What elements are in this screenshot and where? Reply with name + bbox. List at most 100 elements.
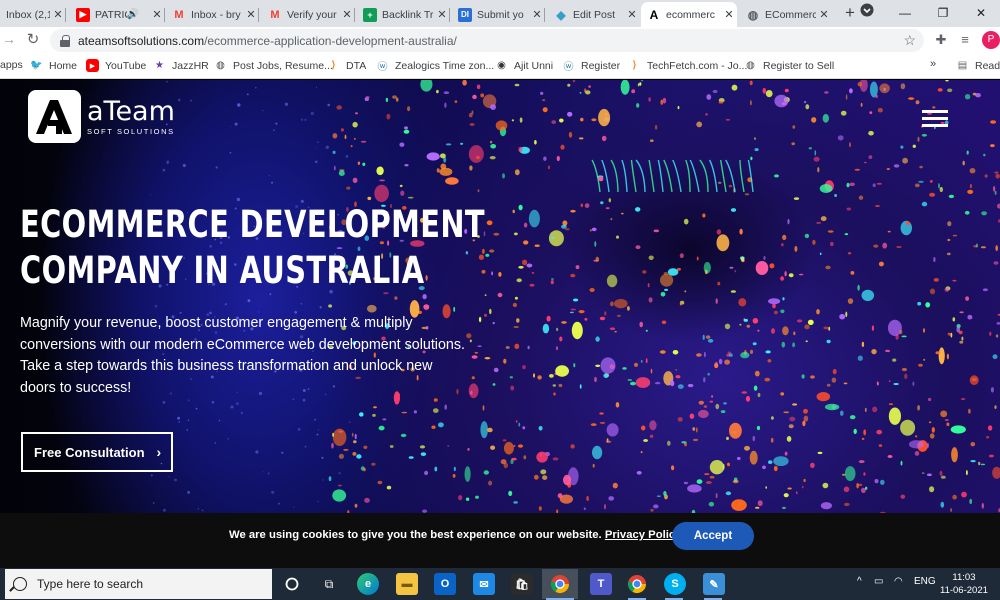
store-icon[interactable]: 🛍	[511, 573, 533, 595]
tab-title: Backlink Tr	[382, 8, 434, 21]
tab-close-icon[interactable]: ✕	[243, 8, 259, 21]
ateam-icon: A	[649, 7, 659, 22]
bookmark-dta[interactable]: ⟩ DTA	[327, 59, 367, 72]
tab-close-icon[interactable]: ✕	[624, 8, 640, 21]
tab-close-icon[interactable]: ✕	[50, 8, 66, 21]
bookmarks-more-icon[interactable]: »	[930, 58, 936, 70]
browser-tab-strip: Inbox (2,10 ✕ ▶ PATRIC 🔊 ✕ M Inbox - bry…	[0, 0, 1000, 27]
bookmark-register[interactable]: ⓦ Register	[562, 59, 621, 74]
profile-avatar[interactable]: P	[982, 31, 1000, 49]
extensions-icon[interactable]: ✚	[933, 32, 949, 48]
clock-date: 11-06-2021	[940, 585, 988, 596]
search-placeholder: Type here to search	[37, 577, 144, 591]
tab-title: Submit yo	[477, 8, 524, 21]
minimize-icon[interactable]: —	[886, 0, 924, 27]
accept-cookies-button[interactable]: Accept	[672, 522, 754, 550]
lock-icon[interactable]	[60, 34, 70, 47]
windows-taskbar: Type here to search ⧉ e ▬ O ✉ 🛍 T S ✎ ^ …	[0, 568, 1000, 600]
cortana-icon[interactable]	[281, 573, 303, 595]
tab-ecommerce-active[interactable]: A ecommerc ✕	[641, 2, 737, 27]
skype-icon[interactable]: S	[664, 573, 686, 595]
tab-title: ECommerc	[765, 8, 816, 21]
globe-icon: ◍	[747, 7, 759, 22]
hero-section: aTeam SOFT SOLUTIONS ECOMMERCE DEVELOPME…	[0, 80, 1000, 513]
language-indicator[interactable]: ENG	[914, 576, 936, 587]
hamburger-menu-icon[interactable]	[922, 110, 948, 127]
logo-name: aTeam	[87, 95, 175, 127]
tab-search-icon[interactable]	[848, 0, 886, 27]
tab-close-icon[interactable]: ✕	[339, 8, 355, 21]
bookmark-techfetch[interactable]: ⟩ TechFetch.com - Jo...	[628, 59, 748, 72]
tab-title: ecommerc	[666, 8, 716, 21]
tab-verify[interactable]: M Verify your ✕	[262, 2, 355, 27]
mail-icon[interactable]: ✉	[473, 573, 495, 595]
tab-edit-post[interactable]: ◆ Edit Post ✕	[548, 2, 640, 27]
swoosh-icon: ⟩	[632, 60, 637, 71]
speaker-icon[interactable]: 🔊	[127, 9, 139, 20]
reading-list[interactable]: ▤Readin	[956, 59, 1000, 72]
tab-close-icon[interactable]: ✕	[434, 8, 450, 21]
youtube-icon: ▶	[76, 7, 90, 22]
file-explorer-icon[interactable]: ▬	[396, 573, 418, 595]
chrome-taskbar-active[interactable]	[542, 569, 578, 599]
bookmark-apps[interactable]: apps	[0, 59, 23, 71]
site-logo[interactable]: aTeam SOFT SOLUTIONS	[28, 90, 175, 143]
outlook-icon[interactable]: O	[434, 573, 456, 595]
task-view-icon[interactable]: ⧉	[318, 573, 340, 595]
bookmark-register-to-sell[interactable]: ◍ Register to Sell	[744, 59, 834, 72]
tab-close-icon[interactable]: ✕	[149, 8, 165, 21]
edge-icon[interactable]: e	[357, 573, 379, 595]
wifi-icon[interactable]: ◠	[894, 576, 903, 587]
hero-title-line2: COMPANY IN AUSTRALIA	[20, 249, 425, 292]
gmail-icon: M	[174, 8, 184, 21]
youtube-icon: ▶	[86, 59, 99, 72]
notepad-icon[interactable]: ✎	[703, 573, 725, 595]
tab-title: Verify your	[287, 8, 337, 21]
show-hidden-icons-icon[interactable]: ^	[857, 576, 862, 587]
wordpress-icon: ⓦ	[563, 62, 574, 73]
tab-close-icon[interactable]: ✕	[529, 8, 545, 21]
tab-title: Inbox - bry	[191, 8, 241, 21]
battery-icon[interactable]: ▭	[874, 576, 883, 587]
search-icon	[13, 577, 27, 591]
close-window-icon[interactable]: ✕	[962, 0, 1000, 27]
bookmark-youtube[interactable]: ▶ YouTube	[86, 59, 146, 72]
twitter-icon: 🐦	[30, 60, 43, 71]
bookmark-star-icon[interactable]: ☆	[903, 32, 916, 49]
tab-close-icon[interactable]: ✕	[721, 8, 737, 21]
hero-title-line1: ECOMMERCE DEVELOPMENT	[20, 203, 485, 246]
tab-close-icon[interactable]: ✕	[816, 8, 832, 21]
bookmarks-bar: apps 🐦 Home ▶ YouTube ★ JazzHR ◍ Post Jobs, …	[0, 54, 1000, 79]
forward-icon[interactable]: →	[2, 31, 18, 49]
privacy-policy-link[interactable]: Privacy Policy	[605, 529, 681, 541]
tab-submit[interactable]: DI Submit yo ✕	[452, 2, 545, 27]
cta-label: Free Consultation	[34, 444, 145, 460]
restore-icon[interactable]: ❐	[924, 0, 962, 27]
free-consultation-button[interactable]: Free Consultation ›	[21, 432, 173, 472]
wordpress-icon: ⓦ	[377, 62, 388, 73]
system-clock[interactable]: 11:03 11-06-2021	[940, 571, 988, 597]
tab-inbox-bry[interactable]: M Inbox - bry ✕	[166, 2, 259, 27]
clock-time: 11:03	[952, 572, 976, 583]
tab-inbox[interactable]: Inbox (2,10 ✕	[0, 2, 66, 27]
teams-icon[interactable]: T	[590, 573, 612, 595]
tab-ecommerce[interactable]: ◍ ECommerc ✕	[740, 2, 832, 27]
reload-icon[interactable]: ↻	[24, 30, 42, 50]
bookmark-ajit-unni[interactable]: ◉ Ajit Unni	[495, 59, 553, 72]
tab-patric[interactable]: ▶ PATRIC 🔊 ✕	[70, 2, 165, 27]
address-bar[interactable]: ateamsoftsolutions.com/ecommerce-applica…	[50, 29, 924, 52]
media-queue-icon[interactable]: ≡	[957, 32, 973, 47]
logo-tagline: SOFT SOLUTIONS	[87, 126, 175, 136]
star-icon: ★	[155, 60, 164, 71]
tab-title: PATRIC	[95, 8, 127, 21]
bookmark-jazzhr[interactable]: ★ JazzHR	[153, 59, 209, 72]
chrome-profile-icon[interactable]	[626, 573, 648, 595]
tab-backlink[interactable]: + Backlink Tr ✕	[357, 2, 450, 27]
bookmark-zealogics[interactable]: ⓦ Zealogics Time zon...	[376, 59, 495, 74]
bookmark-home[interactable]: 🐦 Home	[30, 59, 77, 72]
hero-title: ECOMMERCE DEVELOPMENT COMPANY IN AUSTRAL…	[20, 202, 485, 294]
window-controls: — ❐ ✕	[848, 0, 1000, 27]
taskbar-search[interactable]: Type here to search	[5, 569, 272, 599]
reading-list-icon: ▤	[957, 60, 968, 71]
bookmark-post-jobs[interactable]: ◍ Post Jobs, Resume...	[214, 59, 333, 72]
